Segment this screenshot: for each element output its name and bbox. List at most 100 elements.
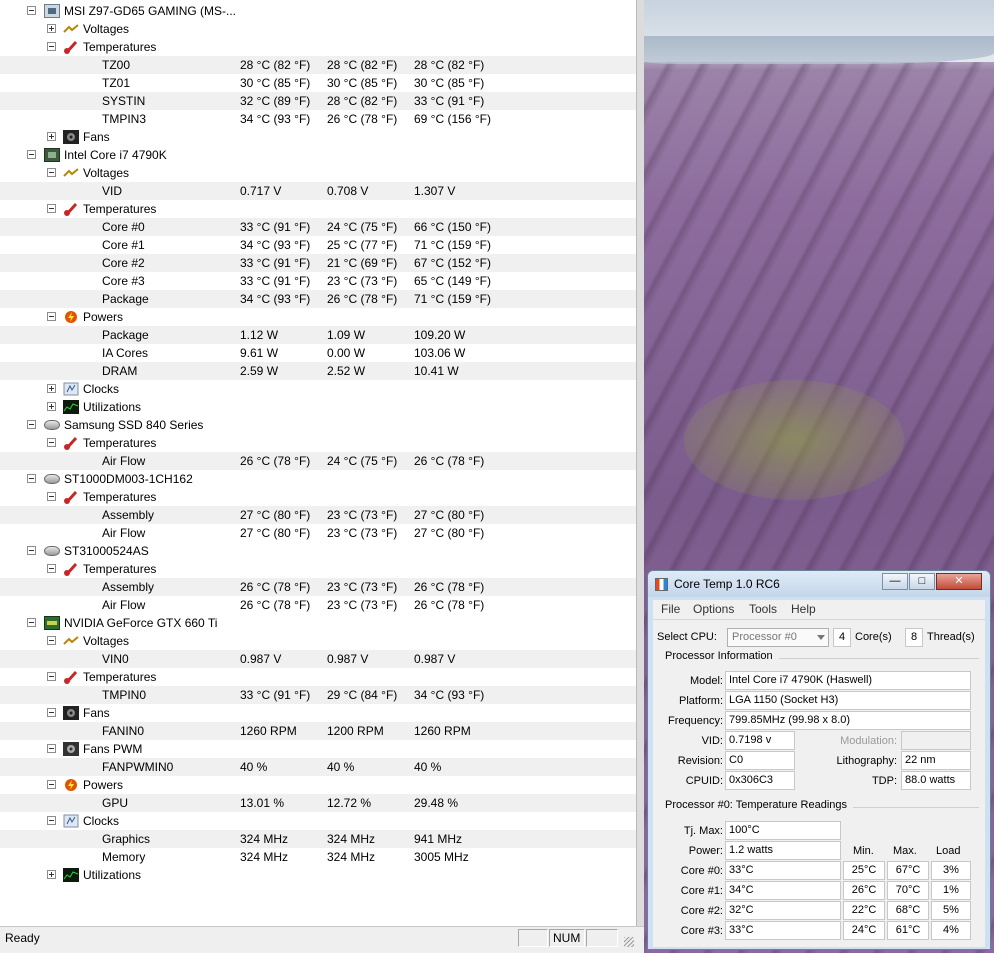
tree-group-row[interactable]: Temperatures	[0, 560, 636, 578]
sensor-row[interactable]: Air Flow 27 °C (80 °F) 23 °C (73 °F) 27 °C …	[0, 524, 636, 542]
sensor-min: 24 °C (75 °F)	[327, 220, 398, 234]
tree-group-row[interactable]: Utilizations	[0, 866, 636, 884]
collapse-icon[interactable]	[27, 474, 36, 483]
sensor-row[interactable]: Assembly 26 °C (78 °F) 23 °C (73 °F) 26 °C …	[0, 578, 636, 596]
vertical-scrollbar[interactable]	[636, 0, 644, 953]
tree-group-row[interactable]: Clocks	[0, 812, 636, 830]
sensor-row[interactable]: Core #3 33 °C (91 °F) 23 °C (73 °F) 65 °C (…	[0, 272, 636, 290]
tree-group-row[interactable]: Temperatures	[0, 434, 636, 452]
collapse-icon[interactable]	[47, 636, 56, 645]
tree-device-row[interactable]: Samsung SSD 840 Series	[0, 416, 636, 434]
collapse-icon[interactable]	[27, 546, 36, 555]
collapse-icon[interactable]	[47, 204, 56, 213]
collapse-icon[interactable]	[27, 6, 36, 15]
tree-group-row[interactable]: Voltages	[0, 632, 636, 650]
tree-device-row[interactable]: NVIDIA GeForce GTX 660 Ti	[0, 614, 636, 632]
collapse-icon[interactable]	[47, 744, 56, 753]
sensor-row[interactable]: Package 34 °C (93 °F) 26 °C (78 °F) 71 °C (…	[0, 290, 636, 308]
sensor-row[interactable]: VIN0 0.987 V 0.987 V 0.987 V	[0, 650, 636, 668]
sensor-min: 25 °C (77 °F)	[327, 238, 398, 252]
expand-icon[interactable]	[47, 402, 56, 411]
menu-tools[interactable]: Tools	[749, 602, 777, 616]
menu-file[interactable]: File	[661, 602, 680, 616]
sensor-row[interactable]: TMPIN3 34 °C (93 °F) 26 °C (78 °F) 69 °C (1…	[0, 110, 636, 128]
sensor-name: Core #2	[102, 256, 145, 270]
tree-group-row[interactable]: Clocks	[0, 380, 636, 398]
maximize-button[interactable]: □	[909, 573, 935, 590]
collapse-icon[interactable]	[47, 564, 56, 573]
collapse-icon[interactable]	[47, 168, 56, 177]
tree-group-row[interactable]: Fans PWM	[0, 740, 636, 758]
tree-group-row[interactable]: Fans	[0, 128, 636, 146]
sensor-row[interactable]: VID 0.717 V 0.708 V 1.307 V	[0, 182, 636, 200]
collapse-icon[interactable]	[27, 618, 36, 627]
sensor-row[interactable]: FANIN0 1260 RPM 1200 RPM 1260 RPM	[0, 722, 636, 740]
sensor-row[interactable]: TZ01 30 °C (85 °F) 30 °C (85 °F) 30 °C (85 …	[0, 74, 636, 92]
sensor-row[interactable]: Memory 324 MHz 324 MHz 3005 MHz	[0, 848, 636, 866]
tree-group-row[interactable]: Temperatures	[0, 200, 636, 218]
sensor-row[interactable]: TZ00 28 °C (82 °F) 28 °C (82 °F) 28 °C (82 …	[0, 56, 636, 74]
tree-group-row[interactable]: Voltages	[0, 164, 636, 182]
sensor-row[interactable]: Assembly 27 °C (80 °F) 23 °C (73 °F) 27 °C …	[0, 506, 636, 524]
sensor-row[interactable]: IA Cores 9.61 W 0.00 W 103.06 W	[0, 344, 636, 362]
sensor-row[interactable]: DRAM 2.59 W 2.52 W 10.41 W	[0, 362, 636, 380]
sensor-row[interactable]: Core #0 33 °C (91 °F) 24 °C (75 °F) 66 °C (…	[0, 218, 636, 236]
tree-group-row[interactable]: Utilizations	[0, 398, 636, 416]
sensor-row[interactable]: FANPWMIN0 40 % 40 % 40 %	[0, 758, 636, 776]
tree-group-row[interactable]: Temperatures	[0, 668, 636, 686]
tree-device-row[interactable]: MSI Z97-GD65 GAMING (MS-...	[0, 2, 636, 20]
expand-icon[interactable]	[47, 870, 56, 879]
tree-group-row[interactable]: Powers	[0, 308, 636, 326]
sensor-min: 23 °C (73 °F)	[327, 580, 398, 594]
resize-grip[interactable]	[624, 937, 634, 947]
tree-group-row[interactable]: Voltages	[0, 20, 636, 38]
sensor-row[interactable]: SYSTIN 32 °C (89 °F) 28 °C (82 °F) 33 °C (9…	[0, 92, 636, 110]
sensor-value: 34 °C (93 °F)	[240, 112, 311, 126]
sensor-name: Core #0	[102, 220, 145, 234]
collapse-icon[interactable]	[47, 312, 56, 321]
tree-group-row[interactable]: Fans	[0, 704, 636, 722]
minimize-button[interactable]: —	[882, 573, 908, 590]
collapse-icon[interactable]	[47, 708, 56, 717]
status-text: Ready	[5, 931, 40, 945]
thermometer-icon	[63, 670, 79, 684]
tree-group-row[interactable]: Powers	[0, 776, 636, 794]
tree-group-row[interactable]: Temperatures	[0, 38, 636, 56]
expand-icon[interactable]	[47, 132, 56, 141]
sensor-row[interactable]: Air Flow 26 °C (78 °F) 23 °C (73 °F) 26 °C …	[0, 596, 636, 614]
expand-icon[interactable]	[47, 24, 56, 33]
close-button[interactable]: ✕	[936, 573, 982, 590]
sensor-row[interactable]: Core #1 34 °C (93 °F) 25 °C (77 °F) 71 °C (…	[0, 236, 636, 254]
modulation-value	[901, 731, 971, 750]
collapse-icon[interactable]	[47, 816, 56, 825]
sensor-row[interactable]: TMPIN0 33 °C (91 °F) 29 °C (84 °F) 34 °C (9…	[0, 686, 636, 704]
menu-help[interactable]: Help	[791, 602, 816, 616]
expand-icon[interactable]	[47, 384, 56, 393]
sensor-row[interactable]: Air Flow 26 °C (78 °F) 24 °C (75 °F) 26 °C …	[0, 452, 636, 470]
sensor-row[interactable]: Core #2 33 °C (91 °F) 21 °C (69 °F) 67 °C (…	[0, 254, 636, 272]
coretemp-titlebar[interactable]: Core Temp 1.0 RC6 — □ ✕	[648, 571, 990, 597]
sensor-value: 34 °C (93 °F)	[240, 292, 311, 306]
collapse-icon[interactable]	[47, 492, 56, 501]
tree-group-row[interactable]: Temperatures	[0, 488, 636, 506]
processor-info-heading: Processor Information	[665, 650, 773, 662]
collapse-icon[interactable]	[27, 420, 36, 429]
tree-device-row[interactable]: ST31000524AS	[0, 542, 636, 560]
sensor-row[interactable]: Package 1.12 W 1.09 W 109.20 W	[0, 326, 636, 344]
collapse-icon[interactable]	[47, 438, 56, 447]
menu-options[interactable]: Options	[693, 602, 734, 616]
disk-icon	[44, 546, 60, 556]
collapse-icon[interactable]	[47, 672, 56, 681]
collapse-icon[interactable]	[47, 780, 56, 789]
threads-count: 8	[905, 628, 923, 647]
cpu-select[interactable]: Processor #0	[727, 628, 829, 647]
collapse-icon[interactable]	[27, 150, 36, 159]
coretemp-window: Core Temp 1.0 RC6 — □ ✕ File Options Too…	[647, 570, 991, 950]
tree-device-row[interactable]: Intel Core i7 4790K	[0, 146, 636, 164]
tdp-value: 88.0 watts	[901, 771, 971, 790]
collapse-icon[interactable]	[47, 42, 56, 51]
sensor-row[interactable]: GPU 13.01 % 12.72 % 29.48 %	[0, 794, 636, 812]
tree-device-row[interactable]: ST1000DM003-1CH162	[0, 470, 636, 488]
sensor-row[interactable]: Graphics 324 MHz 324 MHz 941 MHz	[0, 830, 636, 848]
sensor-tree[interactable]: MSI Z97-GD65 GAMING (MS-... Voltages Tempe…	[0, 0, 636, 926]
